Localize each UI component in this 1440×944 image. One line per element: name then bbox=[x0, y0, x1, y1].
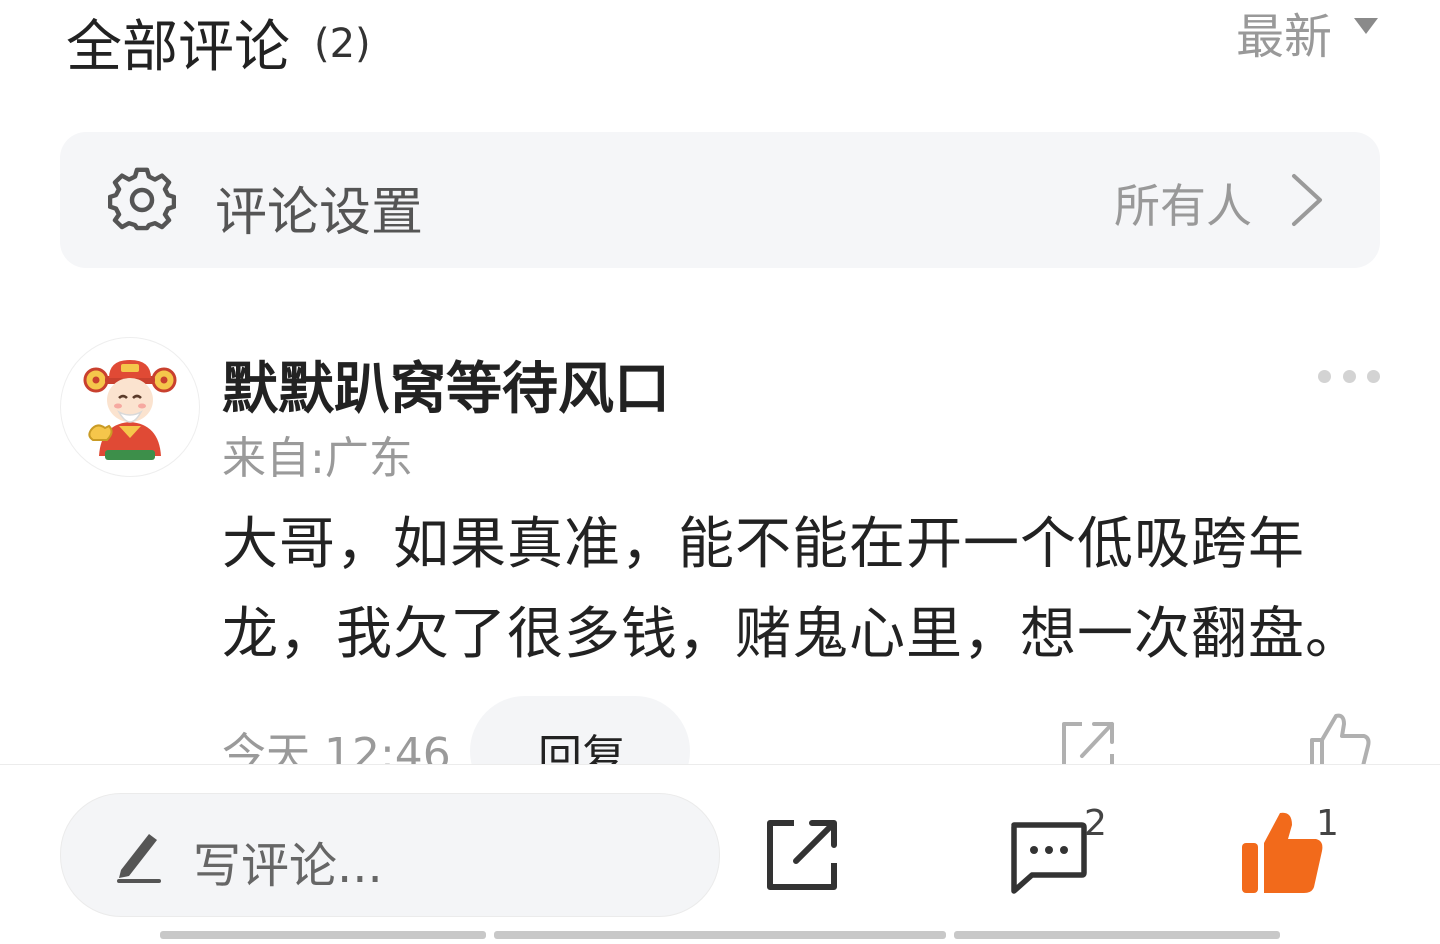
share-icon[interactable] bbox=[764, 817, 840, 893]
avatar[interactable] bbox=[60, 337, 200, 477]
comment-username[interactable]: 默默趴窝等待风口 bbox=[222, 344, 670, 425]
gesture-bar-segment bbox=[494, 931, 946, 939]
dot-icon bbox=[1367, 369, 1380, 383]
write-comment-input[interactable]: 写评论... bbox=[60, 793, 720, 917]
sort-dropdown[interactable]: 最新 bbox=[1236, 2, 1378, 65]
comments-title: 全部评论 bbox=[66, 14, 290, 80]
gesture-bar-segment bbox=[160, 931, 486, 939]
dot-icon bbox=[1318, 369, 1331, 383]
bottom-action-bar: 写评论... 2 1 bbox=[0, 764, 1440, 944]
comment-settings-row[interactable]: 评论设置 所有人 bbox=[60, 132, 1380, 268]
comments-screen: 全部评论 (2) 最新 评论设置 所有人 默默趴窝等待风口 来自:广东 大哥，如… bbox=[0, 0, 1440, 944]
thumbs-up-filled-icon[interactable] bbox=[1240, 809, 1324, 895]
gear-icon bbox=[108, 167, 176, 231]
pen-icon bbox=[117, 834, 161, 883]
comment-icon[interactable] bbox=[1006, 817, 1090, 897]
comments-count: (2) bbox=[314, 21, 371, 67]
more-options-icon[interactable] bbox=[1318, 366, 1380, 386]
comment-time: 今天 12:46 bbox=[222, 729, 451, 764]
comment-location: 来自:广东 bbox=[222, 433, 413, 484]
chevron-right-icon bbox=[1292, 174, 1322, 226]
thumbs-up-icon[interactable] bbox=[1308, 710, 1372, 764]
caret-down-icon bbox=[1354, 18, 1378, 34]
comments-header: 全部评论 (2) bbox=[66, 2, 371, 82]
comment-count-badge: 2 bbox=[1084, 803, 1107, 844]
comment-settings-label: 评论设置 bbox=[215, 183, 424, 243]
share-icon[interactable] bbox=[1058, 716, 1118, 764]
write-comment-placeholder: 写评论... bbox=[193, 838, 383, 894]
avatar-image bbox=[83, 360, 177, 460]
comment-body: 大哥，如果真准，能不能在开一个低吸跨年龙，我欠了很多钱，赌鬼心里，想一次翻盘。 bbox=[222, 512, 1362, 667]
gesture-bar-segment bbox=[954, 931, 1280, 939]
comment-actions: 今天 12:46 回复 bbox=[0, 690, 1440, 764]
comment-settings-value: 所有人 bbox=[1114, 179, 1252, 233]
reply-button[interactable]: 回复 bbox=[470, 696, 690, 764]
sort-label: 最新 bbox=[1235, 9, 1332, 65]
reply-label: 回复 bbox=[538, 731, 626, 764]
dot-icon bbox=[1342, 369, 1356, 383]
like-count-badge: 1 bbox=[1316, 803, 1339, 844]
